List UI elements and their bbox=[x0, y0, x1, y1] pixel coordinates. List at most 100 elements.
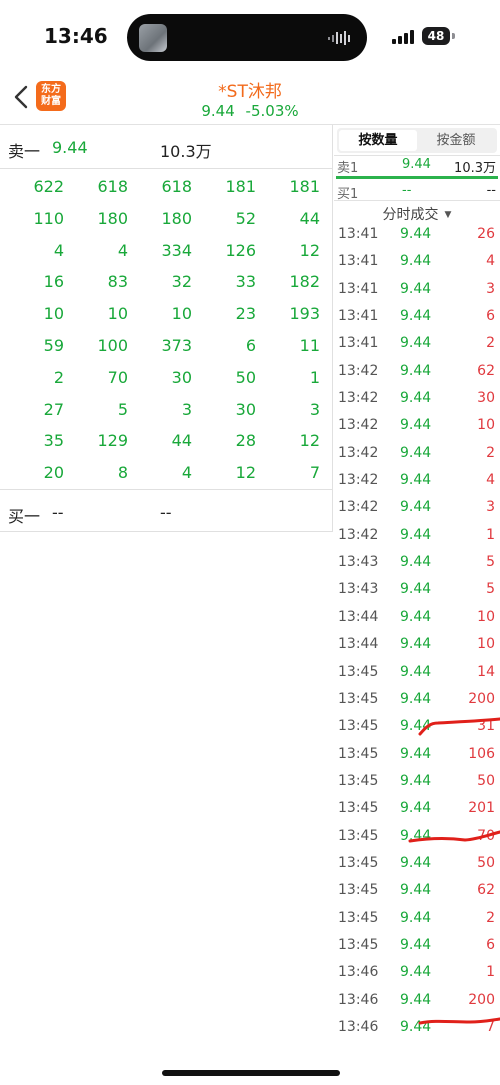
queue-order-volume: 32 bbox=[171, 272, 192, 292]
queue-row: 20 8 4 12 7 bbox=[0, 457, 332, 489]
queue-order-volume: 4 bbox=[181, 463, 192, 483]
home-indicator[interactable] bbox=[162, 1070, 340, 1076]
trade-price: 9.44 bbox=[400, 827, 432, 844]
queue-row: 10 10 10 23 193 bbox=[0, 298, 332, 330]
trade-volume: 2 bbox=[486, 444, 495, 461]
queue-order-volume: 181 bbox=[289, 177, 320, 196]
trade-time: 13:45 bbox=[338, 800, 379, 817]
queue-order-volume: 59 bbox=[43, 335, 64, 355]
trade-row: 13:45 9.44 201 bbox=[334, 797, 500, 824]
queue-order-volume: 10 bbox=[107, 304, 128, 324]
trade-time: 13:42 bbox=[338, 499, 379, 516]
trade-time: 13:41 bbox=[338, 226, 379, 242]
trade-price: 9.44 bbox=[400, 417, 432, 434]
order-queue-panel: 卖一 9.44 10.3万 622 618 618 181 181 110 180 180 52… bbox=[0, 125, 333, 532]
trade-row: 13:43 9.44 5 bbox=[334, 551, 500, 578]
queue-order-volume: 10 bbox=[171, 304, 192, 324]
dynamic-island[interactable] bbox=[127, 14, 367, 61]
buy-level-header[interactable]: 买一 -- -- bbox=[0, 489, 332, 531]
queue-order-volume: 618 bbox=[161, 177, 192, 196]
queue-order-volume: 3 bbox=[181, 399, 192, 419]
queue-order-volume: 7 bbox=[309, 463, 320, 483]
queue-order-volume: 83 bbox=[107, 272, 128, 292]
trade-volume: 1 bbox=[486, 526, 495, 543]
trade-time: 13:45 bbox=[338, 827, 379, 844]
queue-order-volume: 30 bbox=[235, 399, 256, 419]
trade-time: 13:42 bbox=[338, 472, 379, 489]
queue-order-volume: 110 bbox=[33, 208, 64, 228]
queue-order-volume: 182 bbox=[289, 272, 320, 292]
trade-price: 9.44 bbox=[400, 390, 432, 407]
sell-level-header[interactable]: 卖一 9.44 10.3万 bbox=[0, 125, 332, 169]
trade-time: 13:41 bbox=[338, 308, 379, 325]
queue-order-volume: 44 bbox=[299, 208, 320, 228]
trade-time: 13:46 bbox=[338, 1018, 379, 1035]
trade-price: 9.44 bbox=[400, 882, 432, 899]
trade-volume: 4 bbox=[486, 472, 495, 489]
trade-volume: 7 bbox=[486, 1018, 495, 1035]
queue-order-volume: 334 bbox=[161, 240, 192, 260]
sell1-volume: 10.3万 bbox=[454, 161, 496, 176]
queue-row: 4 4 334 126 12 bbox=[0, 235, 332, 267]
trades-title[interactable]: 分时成交 ▼ bbox=[334, 204, 500, 224]
trade-price: 9.44 bbox=[400, 226, 432, 242]
queue-order-volume: 11 bbox=[299, 335, 320, 355]
battery-level: 48 bbox=[422, 27, 450, 45]
trade-volume: 31 bbox=[477, 718, 495, 735]
queue-row: 2 70 30 50 1 bbox=[0, 362, 332, 394]
trade-time: 13:45 bbox=[338, 772, 379, 789]
trade-time: 13:45 bbox=[338, 882, 379, 899]
trade-row: 13:42 9.44 62 bbox=[334, 360, 500, 387]
stock-change-pct: -5.03% bbox=[245, 102, 299, 120]
trade-row: 13:42 9.44 1 bbox=[334, 524, 500, 551]
trade-list[interactable]: 13:41 9.44 26 13:41 9.44 4 13:41 9.44 3 13:41 9.44… bbox=[334, 223, 500, 1043]
sell1-label: 卖1 bbox=[337, 161, 359, 176]
trade-price: 9.44 bbox=[400, 335, 432, 352]
trade-volume: 14 bbox=[477, 663, 495, 680]
trade-volume: 62 bbox=[477, 882, 495, 899]
trade-row: 13:45 9.44 70 bbox=[334, 825, 500, 852]
trade-price: 9.44 bbox=[400, 554, 432, 571]
trade-volume: 2 bbox=[486, 909, 495, 926]
trade-volume: 200 bbox=[468, 991, 495, 1008]
trade-volume: 3 bbox=[486, 280, 495, 297]
trade-volume: 200 bbox=[468, 690, 495, 707]
buy1-price: -- bbox=[402, 183, 412, 198]
trade-time: 13:44 bbox=[338, 608, 379, 625]
trade-volume: 10 bbox=[477, 417, 495, 434]
queue-row: 110 180 180 52 44 bbox=[0, 203, 332, 235]
queue-order-volume: 12 bbox=[235, 463, 256, 483]
trade-price: 9.44 bbox=[400, 772, 432, 789]
queue-row: 59 100 373 6 11 bbox=[0, 330, 332, 362]
battery-icon: 48 bbox=[422, 27, 456, 45]
trade-price: 9.44 bbox=[400, 280, 432, 297]
trade-time: 13:41 bbox=[338, 280, 379, 297]
trade-row: 13:45 9.44 62 bbox=[334, 879, 500, 906]
trade-time: 13:42 bbox=[338, 417, 379, 434]
order-queue-grid: 622 618 618 181 181 110 180 180 52 44 4 4 334 126 12 16… bbox=[0, 171, 332, 489]
status-time: 13:46 bbox=[44, 24, 108, 48]
now-playing-thumbnail bbox=[139, 24, 167, 52]
trade-price: 9.44 bbox=[400, 800, 432, 817]
trade-row: 13:46 9.44 200 bbox=[334, 989, 500, 1016]
trade-volume: 106 bbox=[468, 745, 495, 762]
queue-order-volume: 618 bbox=[97, 177, 128, 196]
queue-order-volume: 193 bbox=[289, 304, 320, 324]
trade-row: 13:45 9.44 50 bbox=[334, 852, 500, 879]
trade-price: 9.44 bbox=[400, 472, 432, 489]
trade-price: 9.44 bbox=[400, 909, 432, 926]
trade-volume: 4 bbox=[486, 253, 495, 270]
queue-order-volume: 126 bbox=[225, 240, 256, 260]
caret-down-icon: ▼ bbox=[444, 210, 452, 220]
sell-volume: 10.3万 bbox=[160, 142, 212, 161]
queue-order-volume: 10 bbox=[43, 304, 64, 324]
title-bar: 东方 财富 *ST沐邦 9.44 -5.03% bbox=[0, 72, 500, 124]
queue-order-volume: 3 bbox=[309, 399, 320, 419]
trade-time: 13:45 bbox=[338, 690, 379, 707]
queue-order-volume: 28 bbox=[235, 431, 256, 451]
tab-by-amount[interactable]: 按金额 bbox=[417, 130, 495, 151]
trade-time: 13:45 bbox=[338, 936, 379, 953]
tab-by-quantity[interactable]: 按数量 bbox=[339, 130, 417, 151]
buy-price: -- bbox=[52, 503, 64, 522]
trade-row: 13:42 9.44 30 bbox=[334, 387, 500, 414]
